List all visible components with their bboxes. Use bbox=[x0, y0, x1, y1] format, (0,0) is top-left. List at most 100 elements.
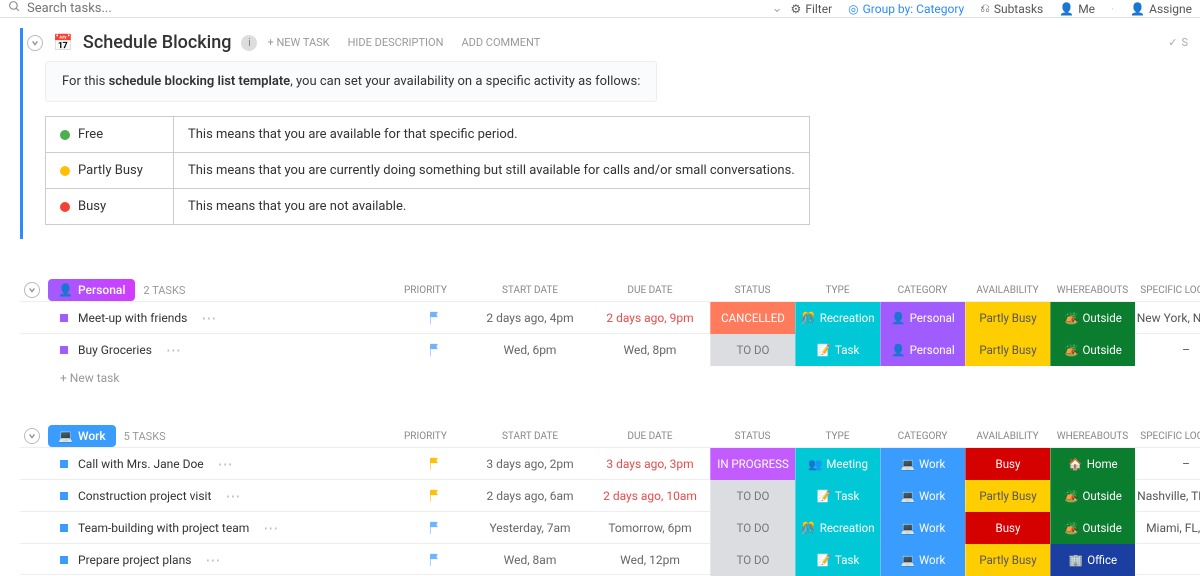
priority-flag[interactable] bbox=[400, 521, 470, 535]
start-date[interactable]: Wed, 6pm bbox=[470, 343, 590, 357]
location-cell[interactable]: Miami, FL, USA bbox=[1135, 521, 1200, 535]
task-row[interactable]: Prepare project plans ⋯ Wed, 8am Wed, 12… bbox=[20, 543, 1200, 575]
subtasks-button[interactable]: ⎌Subtasks bbox=[980, 1, 1043, 16]
category-pill[interactable]: 👤Personal bbox=[880, 302, 965, 334]
task-menu-icon[interactable]: ⋯ bbox=[263, 521, 278, 536]
legend-desc: This means that you are available for th… bbox=[174, 117, 810, 153]
task-name-cell[interactable]: Buy Groceries ⋯ bbox=[20, 343, 400, 358]
start-date[interactable]: 2 days ago, 6am bbox=[470, 489, 590, 503]
status-pill[interactable]: CANCELLED bbox=[710, 302, 795, 334]
legend-desc: This means that you are currently doing … bbox=[174, 153, 810, 189]
task-name-cell[interactable]: Call with Mrs. Jane Doe ⋯ bbox=[20, 457, 400, 472]
group-badge[interactable]: 👤Personal bbox=[48, 279, 135, 301]
start-date[interactable]: Wed, 8am bbox=[470, 553, 590, 567]
type-emoji: 📝 bbox=[817, 489, 831, 503]
task-row[interactable]: Buy Groceries ⋯ Wed, 6pm Wed, 8pm TO DO … bbox=[20, 333, 1200, 365]
priority-flag[interactable] bbox=[400, 457, 470, 471]
priority-flag[interactable] bbox=[400, 553, 470, 567]
category-pill[interactable]: 💻Work bbox=[880, 512, 965, 544]
group-collapse-toggle[interactable] bbox=[24, 428, 40, 444]
new-task-button[interactable]: + New task bbox=[20, 365, 1200, 385]
type-pill[interactable]: 🎊Recreation bbox=[795, 512, 880, 544]
priority-flag[interactable] bbox=[400, 489, 470, 503]
availability-pill[interactable]: Busy bbox=[965, 448, 1050, 480]
start-date[interactable]: 3 days ago, 2pm bbox=[470, 457, 590, 471]
availability-pill[interactable]: Busy bbox=[965, 512, 1050, 544]
filter-button[interactable]: ⚙Filter bbox=[791, 2, 833, 16]
add-comment-button[interactable]: ADD COMMENT bbox=[461, 36, 540, 49]
category-emoji: 💻 bbox=[901, 521, 915, 535]
collapse-toggle[interactable] bbox=[27, 35, 43, 51]
type-pill[interactable]: 🎊Recreation bbox=[795, 302, 880, 334]
status-pill[interactable]: TO DO bbox=[710, 544, 795, 576]
location-cell[interactable]: – bbox=[1135, 343, 1200, 357]
group-by-button[interactable]: ◎Group by: Category bbox=[848, 2, 964, 16]
availability-pill[interactable]: Partly Busy bbox=[965, 334, 1050, 366]
due-date[interactable]: 2 days ago, 10am bbox=[590, 489, 710, 503]
due-date[interactable]: Wed, 8pm bbox=[590, 343, 710, 357]
hide-description-button[interactable]: HIDE DESCRIPTION bbox=[348, 36, 444, 49]
task-menu-icon[interactable]: ⋯ bbox=[201, 311, 216, 326]
due-date[interactable]: Wed, 12pm bbox=[590, 553, 710, 567]
due-date[interactable]: Tomorrow, 6pm bbox=[590, 521, 710, 535]
task-name-cell[interactable]: Prepare project plans ⋯ bbox=[20, 553, 400, 568]
type-pill[interactable]: 📝Task bbox=[795, 334, 880, 366]
task-row[interactable]: Team-building with project team ⋯ Yester… bbox=[20, 511, 1200, 543]
new-task-button[interactable]: + NEW TASK bbox=[267, 36, 329, 49]
legend-label: Busy bbox=[46, 189, 174, 225]
status-pill[interactable]: TO DO bbox=[710, 512, 795, 544]
due-date[interactable]: 2 days ago, 9pm bbox=[590, 311, 710, 325]
category-pill[interactable]: 💻Work bbox=[880, 544, 965, 576]
priority-flag[interactable] bbox=[400, 311, 470, 325]
chevron-down-icon[interactable]: ⌄ bbox=[772, 1, 783, 16]
me-button[interactable]: 👤Me bbox=[1059, 2, 1095, 16]
category-pill[interactable]: 💻Work bbox=[880, 448, 965, 480]
whereabouts-pill[interactable]: 🏢Office bbox=[1050, 544, 1135, 576]
group-collapse-toggle[interactable] bbox=[24, 282, 40, 298]
task-square-icon bbox=[60, 524, 68, 532]
header-right[interactable]: ✓S bbox=[1168, 36, 1188, 49]
task-name-cell[interactable]: Meet-up with friends ⋯ bbox=[20, 311, 400, 326]
status-pill[interactable]: TO DO bbox=[710, 334, 795, 366]
whereabouts-pill[interactable]: 🏕️Outside bbox=[1050, 480, 1135, 512]
task-square-icon bbox=[60, 314, 68, 322]
task-row[interactable]: Construction project visit ⋯ 2 days ago,… bbox=[20, 479, 1200, 511]
start-date[interactable]: Yesterday, 7am bbox=[470, 521, 590, 535]
status-pill[interactable]: TO DO bbox=[710, 480, 795, 512]
info-icon[interactable]: i bbox=[241, 35, 257, 51]
task-name-cell[interactable]: Construction project visit ⋯ bbox=[20, 489, 400, 504]
task-row[interactable]: Meet-up with friends ⋯ 2 days ago, 4pm 2… bbox=[20, 301, 1200, 333]
whereabouts-pill[interactable]: 🏕️Outside bbox=[1050, 334, 1135, 366]
start-date[interactable]: 2 days ago, 4pm bbox=[470, 311, 590, 325]
group-badge[interactable]: 💻Work bbox=[48, 425, 116, 447]
task-menu-icon[interactable]: ⋯ bbox=[225, 489, 240, 504]
availability-pill[interactable]: Partly Busy bbox=[965, 480, 1050, 512]
task-name-cell[interactable]: Team-building with project team ⋯ bbox=[20, 521, 400, 536]
due-date[interactable]: 3 days ago, 3pm bbox=[590, 457, 710, 471]
category-pill[interactable]: 💻Work bbox=[880, 480, 965, 512]
type-pill[interactable]: 📝Task bbox=[795, 480, 880, 512]
task-menu-icon[interactable]: ⋯ bbox=[205, 553, 220, 568]
desc-prefix: For this bbox=[62, 74, 109, 89]
category-emoji: 💻 bbox=[901, 489, 915, 503]
search-input[interactable] bbox=[27, 1, 766, 16]
type-pill[interactable]: 📝Task bbox=[795, 544, 880, 576]
status-pill[interactable]: IN PROGRESS bbox=[710, 448, 795, 480]
location-cell[interactable]: New York, NY, USA bbox=[1135, 311, 1200, 325]
location-cell[interactable]: – bbox=[1135, 457, 1200, 471]
type-pill[interactable]: 👥Meeting bbox=[795, 448, 880, 480]
where-emoji: 🏕️ bbox=[1064, 343, 1078, 357]
availability-pill[interactable]: Partly Busy bbox=[965, 544, 1050, 576]
task-menu-icon[interactable]: ⋯ bbox=[166, 343, 181, 358]
category-pill[interactable]: 👤Personal bbox=[880, 334, 965, 366]
priority-flag[interactable] bbox=[400, 343, 470, 357]
whereabouts-pill[interactable]: 🏠Home bbox=[1050, 448, 1135, 480]
whereabouts-pill[interactable]: 🏕️Outside bbox=[1050, 302, 1135, 334]
whereabouts-pill[interactable]: 🏕️Outside bbox=[1050, 512, 1135, 544]
task-row[interactable]: Call with Mrs. Jane Doe ⋯ 3 days ago, 2p… bbox=[20, 447, 1200, 479]
task-square-icon bbox=[60, 556, 68, 564]
location-cell[interactable]: Nashville, TN, USA bbox=[1135, 489, 1200, 503]
task-menu-icon[interactable]: ⋯ bbox=[218, 457, 233, 472]
availability-pill[interactable]: Partly Busy bbox=[965, 302, 1050, 334]
assignee-button[interactable]: 👤Assigne bbox=[1130, 2, 1192, 16]
